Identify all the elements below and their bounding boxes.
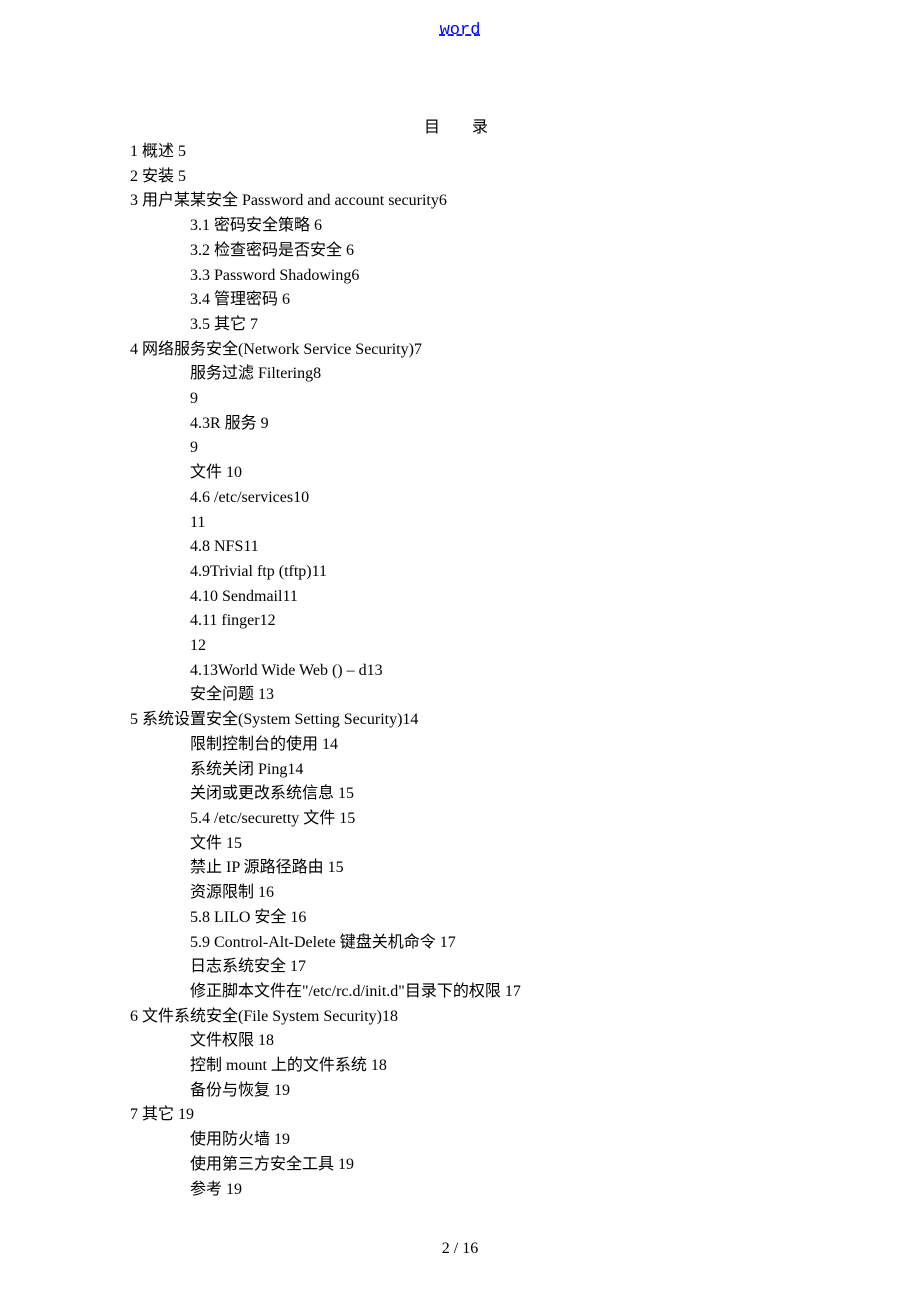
toc-entry[interactable]: 安全问题 13 [130, 683, 790, 708]
toc-entry[interactable]: 1 概述 5 [130, 140, 790, 165]
toc-entry[interactable]: 3.4 管理密码 6 [130, 288, 790, 313]
toc-entry[interactable]: 文件 15 [130, 832, 790, 857]
toc-entry[interactable]: 4.10 Sendmail11 [130, 585, 790, 610]
toc-entry[interactable]: 修正脚本文件在"/etc/rc.d/init.d"目录下的权限 17 [130, 980, 790, 1005]
toc-entry[interactable]: 限制控制台的使用 14 [130, 733, 790, 758]
toc-entry[interactable]: 9 [130, 436, 790, 461]
toc-entry[interactable]: 4.13World Wide Web () – d13 [130, 659, 790, 684]
toc-entry[interactable]: 文件权限 18 [130, 1029, 790, 1054]
toc-entry[interactable]: 资源限制 16 [130, 881, 790, 906]
toc-entry[interactable]: 4.6 /etc/services10 [130, 486, 790, 511]
toc-entry[interactable]: 使用第三方安全工具 19 [130, 1153, 790, 1178]
header-link[interactable]: word [0, 21, 920, 40]
toc-entry[interactable]: 2 安装 5 [130, 165, 790, 190]
toc-entry[interactable]: 5.4 /etc/securetty 文件 15 [130, 807, 790, 832]
toc-entry[interactable]: 系统关闭 Ping14 [130, 758, 790, 783]
page-number: 2 / 16 [0, 1240, 920, 1258]
toc-entry[interactable]: 参考 19 [130, 1178, 790, 1203]
toc-entry[interactable]: 5.8 LILO 安全 16 [130, 906, 790, 931]
toc-entry[interactable]: 文件 10 [130, 461, 790, 486]
toc-entry[interactable]: 禁止 IP 源路径路由 15 [130, 856, 790, 881]
toc-entry[interactable]: 3 用户某某安全 Password and account security6 [130, 189, 790, 214]
toc-entry[interactable]: 关闭或更改系统信息 15 [130, 782, 790, 807]
toc-entry[interactable]: 备份与恢复 19 [130, 1079, 790, 1104]
toc-entry[interactable]: 5 系统设置安全(System Setting Security)14 [130, 708, 790, 733]
toc-entry[interactable]: 4.3R 服务 9 [130, 412, 790, 437]
toc-title: 目 录 [0, 113, 920, 137]
toc-entry[interactable]: 3.3 Password Shadowing6 [130, 264, 790, 289]
toc-entry[interactable]: 5.9 Control-Alt-Delete 键盘关机命令 17 [130, 931, 790, 956]
toc-entry[interactable]: 4.8 NFS11 [130, 535, 790, 560]
toc-content: 1 概述 52 安装 53 用户某某安全 Password and accoun… [130, 140, 790, 1202]
toc-entry[interactable]: 日志系统安全 17 [130, 955, 790, 980]
toc-entry[interactable]: 服务过滤 Filtering8 [130, 362, 790, 387]
toc-entry[interactable]: 使用防火墙 19 [130, 1128, 790, 1153]
toc-entry[interactable]: 4 网络服务安全(Network Service Security)7 [130, 338, 790, 363]
toc-entry[interactable]: 9 [130, 387, 790, 412]
toc-entry[interactable]: 3.2 检查密码是否安全 6 [130, 239, 790, 264]
toc-entry[interactable]: 4.11 finger12 [130, 609, 790, 634]
toc-entry[interactable]: 控制 mount 上的文件系统 18 [130, 1054, 790, 1079]
toc-entry[interactable]: 3.1 密码安全策略 6 [130, 214, 790, 239]
toc-entry[interactable]: 12 [130, 634, 790, 659]
toc-entry[interactable]: 3.5 其它 7 [130, 313, 790, 338]
toc-entry[interactable]: 6 文件系统安全(File System Security)18 [130, 1005, 790, 1030]
toc-entry[interactable]: 4.9Trivial ftp (tftp)11 [130, 560, 790, 585]
toc-entry[interactable]: 11 [130, 511, 790, 536]
toc-entry[interactable]: 7 其它 19 [130, 1103, 790, 1128]
